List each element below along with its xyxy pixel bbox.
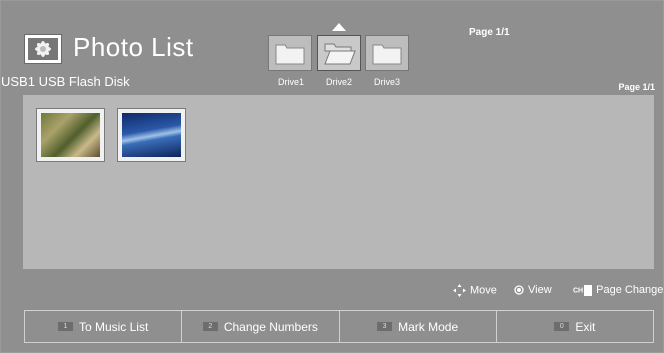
photo-list-screen: Photo List Drive1 Drive2 Drive3 Page 1/1…: [0, 0, 664, 353]
photo-thumbnail[interactable]: [117, 108, 186, 162]
content-page-indicator: Page 1/1: [618, 82, 655, 92]
drive-2-button[interactable]: [317, 35, 361, 71]
key-3-badge: 3: [377, 322, 393, 331]
header-page-indicator: Page 1/1: [469, 27, 510, 38]
source-device-label: USB1 USB Flash Disk: [1, 74, 130, 89]
drive-1-label: Drive1: [277, 77, 304, 87]
change-numbers-label: Change Numbers: [223, 319, 318, 334]
folder-icon: [275, 44, 305, 65]
move-arrows-icon: [453, 284, 466, 297]
folder-icon: [372, 44, 402, 65]
mark-mode-button[interactable]: 3 Mark Mode: [340, 311, 497, 342]
photo-image: [41, 113, 100, 157]
open-folder-icon: [324, 43, 356, 65]
ok-button-icon: [514, 285, 524, 295]
drive-2-label: Drive2: [325, 77, 352, 87]
photo-grid: [23, 95, 654, 269]
page-title: Photo List: [73, 32, 194, 62]
up-arrow-icon[interactable]: [332, 23, 346, 31]
key-hints: Move View CH Page Change: [1, 284, 663, 298]
photo-app-icon: [24, 34, 62, 64]
channel-key-icon: CH: [573, 284, 593, 296]
to-music-list-button[interactable]: 1 To Music List: [25, 311, 183, 342]
exit-button[interactable]: 0 Exit: [497, 311, 653, 342]
channel-key-label: CH: [573, 286, 584, 294]
key-2-badge: 2: [202, 322, 218, 331]
exit-label: Exit: [575, 319, 596, 334]
hint-view-label: View: [528, 284, 552, 296]
function-key-bar: 1 To Music List 2 Change Numbers 3 Mark …: [24, 310, 654, 343]
hint-page-change-label: Page Change: [596, 284, 664, 296]
change-numbers-button[interactable]: 2 Change Numbers: [182, 311, 340, 342]
key-1-badge: 1: [57, 322, 73, 331]
to-music-list-label: To Music List: [78, 319, 149, 334]
hint-move-label: Move: [470, 284, 497, 297]
photo-thumbnail[interactable]: [36, 108, 105, 162]
hint-view: View: [514, 284, 552, 296]
hint-move: Move: [453, 284, 497, 297]
flower-icon: [28, 38, 58, 60]
key-0-badge: 0: [554, 322, 570, 331]
drive-3-label: Drive3: [373, 77, 400, 87]
hint-page-change: CH Page Change: [573, 284, 663, 296]
mark-mode-label: Mark Mode: [398, 319, 459, 334]
drive-1-button[interactable]: [268, 35, 312, 71]
drive-3-button[interactable]: [365, 35, 409, 71]
photo-image: [122, 113, 181, 157]
